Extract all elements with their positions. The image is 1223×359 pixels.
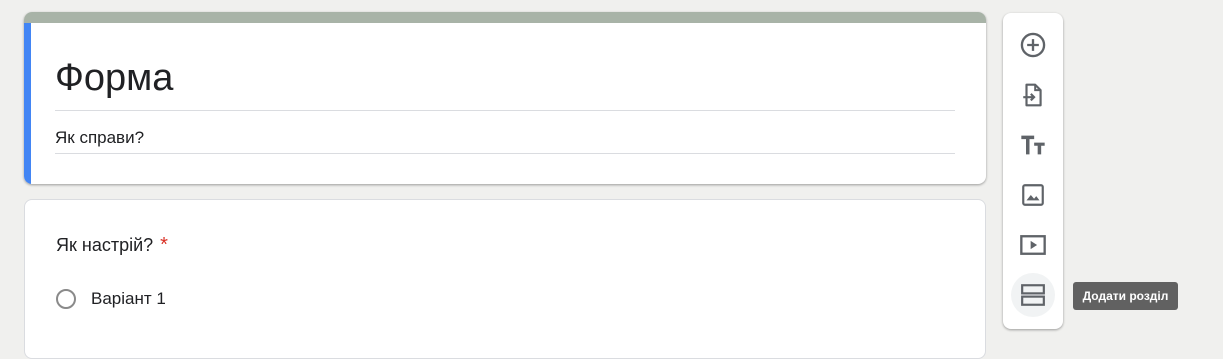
header-color-bar xyxy=(24,12,986,23)
add-section-button[interactable] xyxy=(1011,273,1055,317)
radio-button[interactable] xyxy=(56,289,76,309)
import-questions-button[interactable] xyxy=(1011,73,1055,117)
title-text-icon xyxy=(1021,135,1045,155)
form-title-input[interactable]: Форма xyxy=(55,56,955,111)
add-image-button[interactable] xyxy=(1011,173,1055,217)
add-title-button[interactable] xyxy=(1011,123,1055,167)
import-questions-icon xyxy=(1023,83,1042,107)
form-description-input[interactable]: Як справи? xyxy=(55,127,955,154)
video-icon xyxy=(1020,235,1046,255)
add-circle-icon xyxy=(1020,32,1046,58)
add-video-button[interactable] xyxy=(1011,223,1055,267)
question-card[interactable]: Як настрій? * Варіант 1 xyxy=(24,199,986,359)
question-title: Як настрій? * xyxy=(56,234,168,257)
floating-toolbar xyxy=(1003,13,1063,329)
required-asterisk: * xyxy=(160,234,168,256)
focus-accent-bar xyxy=(24,23,31,184)
image-icon xyxy=(1022,184,1044,206)
add-question-button[interactable] xyxy=(1011,23,1055,67)
section-icon xyxy=(1021,284,1045,306)
tooltip: Додати розділ xyxy=(1073,282,1178,310)
question-title-text: Як настрій? xyxy=(56,235,154,255)
option-item[interactable]: Варіант 1 xyxy=(56,289,166,309)
option-label: Варіант 1 xyxy=(91,289,166,308)
form-title-card[interactable]: Форма Як справи? xyxy=(24,12,986,184)
